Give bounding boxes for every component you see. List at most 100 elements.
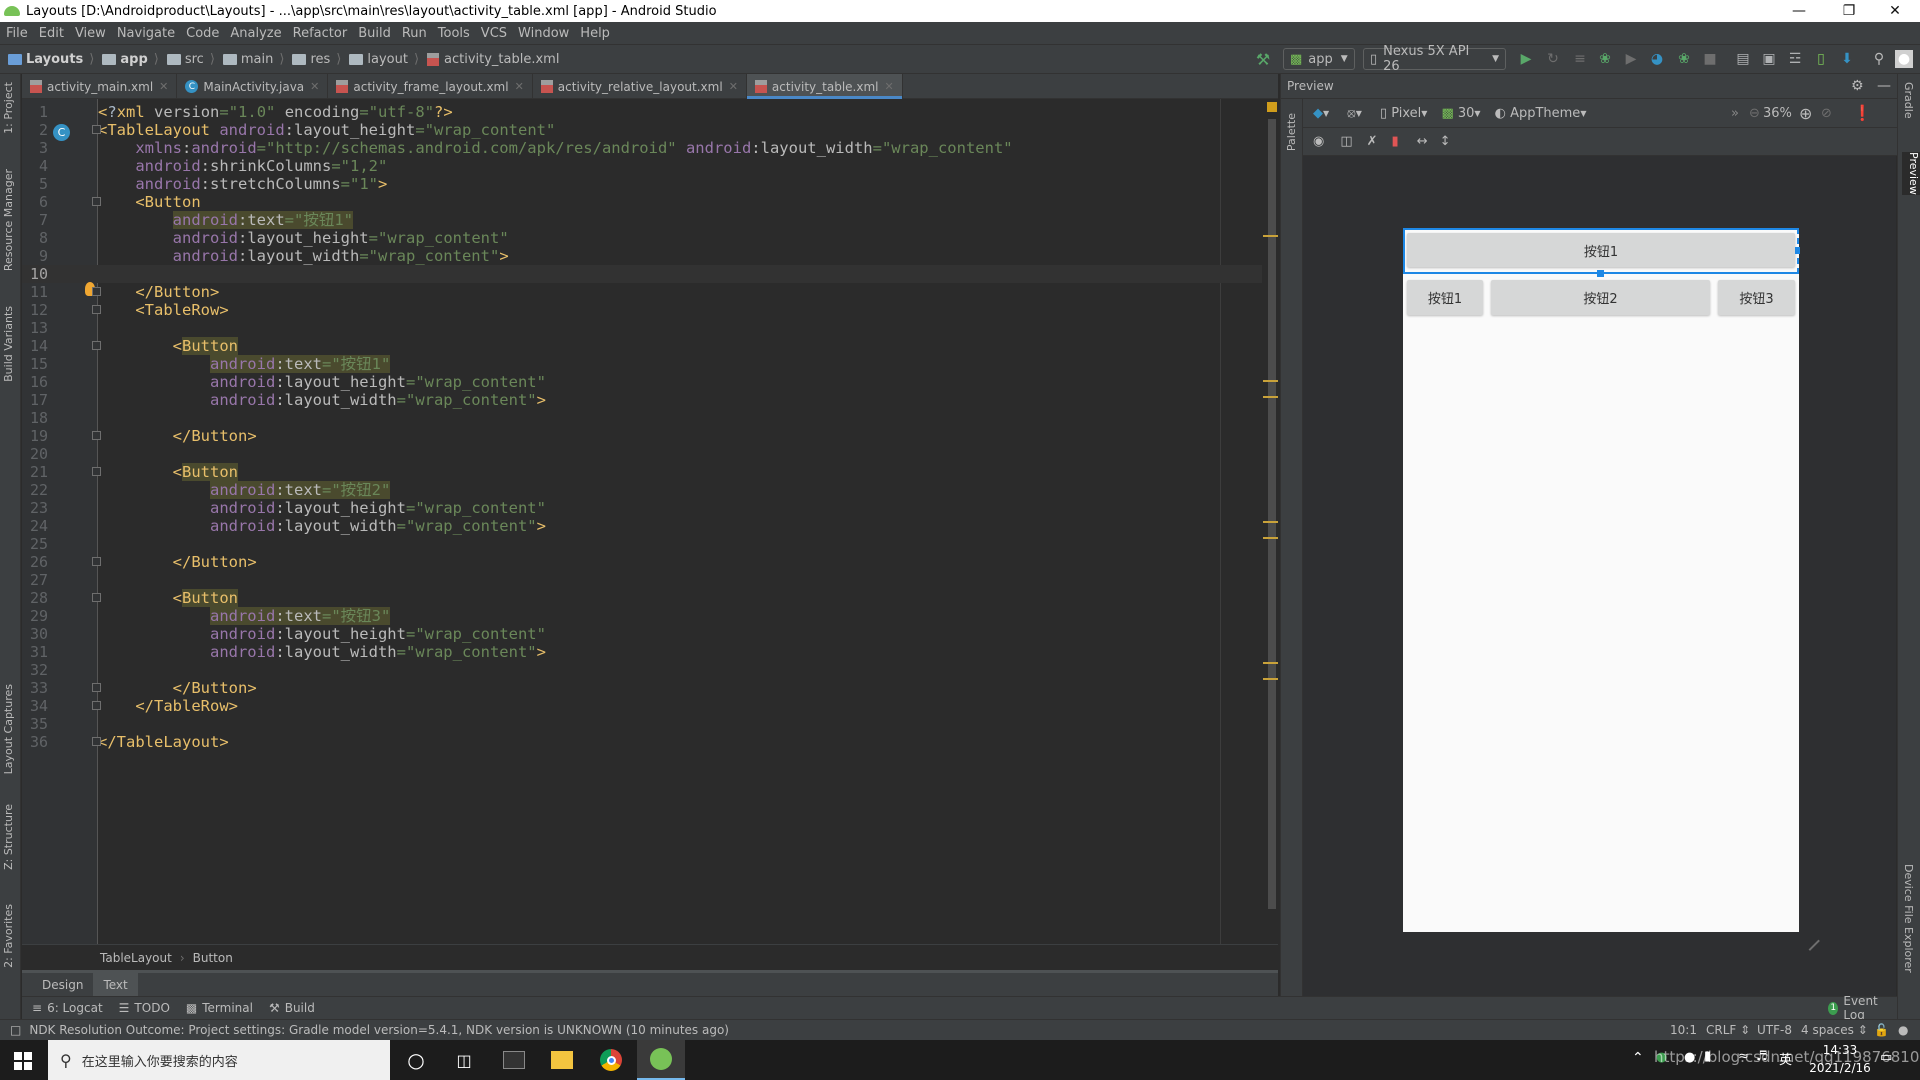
menu-code[interactable]: Code <box>186 26 219 41</box>
fold-marker-icon[interactable] <box>92 197 101 206</box>
attach-debugger-icon[interactable]: ▶ <box>1622 50 1640 68</box>
breadcrumb-main[interactable]: main ⟩ <box>215 52 284 67</box>
tab-activity-main[interactable]: activity_main.xml ✕ <box>22 74 178 99</box>
line-number[interactable]: 24 <box>22 517 48 535</box>
preview-row-button-2[interactable]: 按钮2 <box>1491 280 1710 315</box>
menu-navigate[interactable]: Navigate <box>117 26 175 41</box>
run-config-select[interactable]: ▩ app ▼ <box>1283 48 1355 70</box>
close-tab-icon[interactable]: ✕ <box>729 80 738 93</box>
line-number[interactable]: 30 <box>22 625 48 643</box>
minimize-icon[interactable]: — <box>1776 0 1822 22</box>
tool-todo[interactable]: ☰ TODO <box>119 1001 170 1015</box>
menu-build[interactable]: Build <box>358 26 391 41</box>
zoom-in-icon[interactable]: ⊕ <box>1799 104 1812 123</box>
preview-row-button-3[interactable]: 按钮3 <box>1718 280 1795 315</box>
code-line[interactable]: 26 </Button> <box>22 553 1262 571</box>
code-line[interactable]: 23 android:layout_height="wrap_content" <box>22 499 1262 517</box>
breadcrumb-file[interactable]: activity_table.xml <box>419 52 559 67</box>
fold-marker-icon[interactable] <box>92 737 101 746</box>
device-manager-icon[interactable]: ▯ <box>1812 50 1830 68</box>
code-line[interactable]: 14 <Button <box>22 337 1262 355</box>
tool-build[interactable]: ⚒ Build <box>269 1001 315 1015</box>
gear-icon[interactable]: ⚙ <box>1851 78 1864 94</box>
close-icon[interactable]: ✕ <box>1872 0 1918 22</box>
inspector-icon[interactable]: ● <box>1898 1023 1908 1037</box>
orientation-icon[interactable]: ⦻ ▼ <box>1347 106 1362 121</box>
code-line[interactable]: 8 android:layout_height="wrap_content" <box>22 229 1262 247</box>
code-line[interactable]: 34 </TableRow> <box>22 697 1262 715</box>
line-number[interactable]: 27 <box>22 571 48 589</box>
fold-marker-icon[interactable] <box>92 593 101 602</box>
breadcrumb-layout[interactable]: layout ⟩ <box>341 52 419 67</box>
menu-help[interactable]: Help <box>580 26 610 41</box>
cortana-icon[interactable]: ○ <box>392 1040 440 1080</box>
fold-marker-icon[interactable] <box>92 341 101 350</box>
fold-marker-icon[interactable] <box>92 431 101 440</box>
menu-analyze[interactable]: Analyze <box>230 26 281 41</box>
code-line[interactable]: 12 <TableRow> <box>22 301 1262 319</box>
caret-position[interactable]: 10:1 <box>1670 1023 1697 1037</box>
fold-marker-icon[interactable] <box>92 683 101 692</box>
line-number[interactable]: 8 <box>22 229 48 247</box>
close-tab-icon[interactable]: ✕ <box>515 80 524 93</box>
code-line[interactable]: 10 <box>22 265 1262 283</box>
gradle-sync-icon[interactable]: ☲ <box>1786 50 1804 68</box>
breadcrumb-app[interactable]: app ⟩ <box>94 52 159 67</box>
tool-tab-build-variants[interactable]: Build Variants <box>2 306 15 382</box>
tool-tab-layout-captures[interactable]: Layout Captures <box>2 684 15 774</box>
code-line[interactable]: 18 <box>22 409 1262 427</box>
close-tab-icon[interactable]: ✕ <box>884 80 893 93</box>
fold-marker-icon[interactable] <box>92 557 101 566</box>
code-line[interactable]: 11 </Button> <box>22 283 1262 301</box>
code-line[interactable]: 30 android:layout_height="wrap_content" <box>22 625 1262 643</box>
breadcrumb-res[interactable]: res ⟩ <box>284 52 341 67</box>
xml-breadcrumb-button[interactable]: Button <box>193 951 233 965</box>
tab-activity-relative-layout[interactable]: activity_relative_layout.xml ✕ <box>533 74 747 99</box>
code-line[interactable]: 25 <box>22 535 1262 553</box>
lock-icon[interactable]: 🔓 <box>1874 1023 1889 1037</box>
windows-start-icon[interactable] <box>14 1052 32 1070</box>
line-number[interactable]: 31 <box>22 643 48 661</box>
status-message[interactable]: NDK Resolution Outcome: Project settings… <box>29 1023 729 1037</box>
code-line[interactable]: 16 android:layout_height="wrap_content" <box>22 373 1262 391</box>
code-line[interactable]: 20 <box>22 445 1262 463</box>
line-number[interactable]: 28 <box>22 589 48 607</box>
code-line[interactable]: 15 android:text="按钮1" <box>22 355 1262 373</box>
menu-view[interactable]: View <box>75 26 106 41</box>
tool-tab-gradle[interactable]: Gradle <box>1902 82 1915 119</box>
line-number[interactable]: 35 <box>22 715 48 733</box>
tab-design[interactable]: Design <box>32 973 93 996</box>
eye-icon[interactable]: ◉ <box>1313 134 1324 149</box>
avd-manager-icon[interactable]: ▣ <box>1760 50 1778 68</box>
line-separator[interactable]: CRLF ⇕ <box>1706 1023 1750 1037</box>
class-gutter-icon[interactable]: C <box>53 124 70 141</box>
fold-marker-icon[interactable] <box>92 125 101 134</box>
code-line[interactable]: 3 xmlns:android="http://schemas.android.… <box>22 139 1262 157</box>
sdk-manager-icon[interactable]: ⬇ <box>1838 50 1856 68</box>
tab-main-activity[interactable]: C MainActivity.java ✕ <box>177 74 329 99</box>
device-menu[interactable]: ▯ Pixel ▼ <box>1380 106 1428 121</box>
line-number[interactable]: 17 <box>22 391 48 409</box>
hide-panel-icon[interactable]: — <box>1877 78 1891 94</box>
line-number[interactable]: 7 <box>22 211 48 229</box>
resize-handle[interactable] <box>1795 247 1800 254</box>
menu-tools[interactable]: Tools <box>438 26 470 41</box>
line-number[interactable]: 29 <box>22 607 48 625</box>
tool-tab-favorites[interactable]: 2: Favorites <box>2 904 15 968</box>
line-number[interactable]: 20 <box>22 445 48 463</box>
device-select[interactable]: ▯ Nexus 5X API 26 ▼ <box>1363 44 1506 74</box>
tab-activity-frame-layout[interactable]: activity_frame_layout.xml ✕ <box>328 74 533 99</box>
inspection-status-icon[interactable] <box>1267 102 1277 112</box>
tool-logcat[interactable]: ≡ 6: Logcat <box>32 1001 103 1015</box>
task-view-icon[interactable]: ◫ <box>440 1040 488 1080</box>
disable-autoconnect-icon[interactable]: ✗ <box>1367 134 1378 149</box>
chrome-icon[interactable] <box>587 1040 635 1080</box>
line-number[interactable]: 26 <box>22 553 48 571</box>
line-number[interactable]: 2 <box>22 121 48 139</box>
tool-terminal[interactable]: ▩ Terminal <box>186 1001 253 1015</box>
code-line[interactable]: 24 android:layout_width="wrap_content"> <box>22 517 1262 535</box>
line-number[interactable]: 6 <box>22 193 48 211</box>
debug-icon[interactable]: ❀ <box>1596 50 1614 68</box>
scrollbar-thumb[interactable] <box>1268 119 1276 909</box>
line-number[interactable]: 18 <box>22 409 48 427</box>
